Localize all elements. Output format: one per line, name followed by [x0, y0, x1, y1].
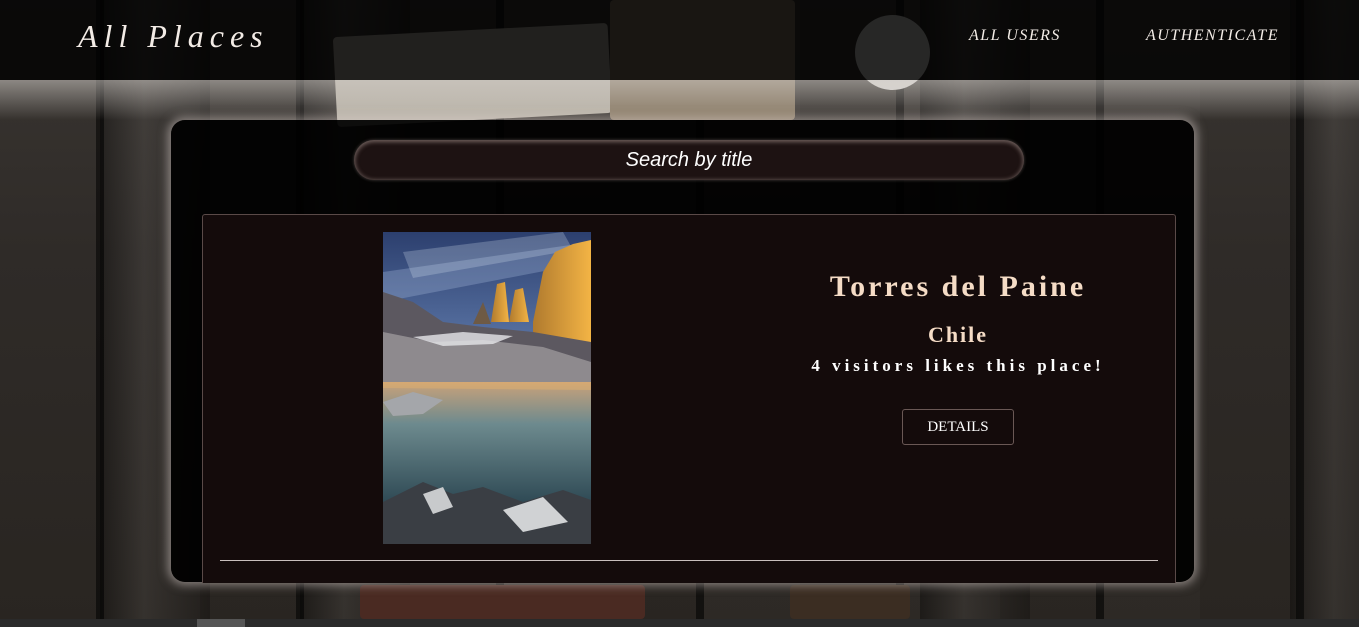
place-photo[interactable]	[383, 232, 591, 544]
search-input[interactable]: Search by title	[354, 140, 1024, 180]
place-card: Torres del Paine Chile 4 visitors likes …	[202, 214, 1176, 583]
scrollbar-thumb[interactable]	[197, 619, 245, 627]
card-divider	[220, 560, 1158, 561]
torres-del-paine-photo	[383, 232, 591, 544]
place-title: Torres del Paine	[829, 270, 1087, 303]
brand-title[interactable]: All Places	[78, 18, 269, 55]
top-navbar: All Places ALL USERS AUTHENTICATE	[0, 0, 1359, 80]
coffee-beans-item	[790, 585, 910, 619]
nav-authenticate[interactable]: AUTHENTICATE	[1146, 27, 1279, 45]
place-country: Chile	[927, 322, 989, 347]
nav-all-users[interactable]: ALL USERS	[969, 27, 1061, 45]
details-button[interactable]: DETAILS	[902, 409, 1014, 445]
places-panel: Search by title Torres del Paine Chile 4…	[171, 120, 1194, 583]
place-visitors: 4 visitors likes this place!	[811, 356, 1105, 375]
place-info: Torres del Paine Chile 4 visitors likes …	[763, 270, 1153, 445]
wallet-item	[360, 585, 645, 619]
header-glow	[0, 80, 1359, 120]
